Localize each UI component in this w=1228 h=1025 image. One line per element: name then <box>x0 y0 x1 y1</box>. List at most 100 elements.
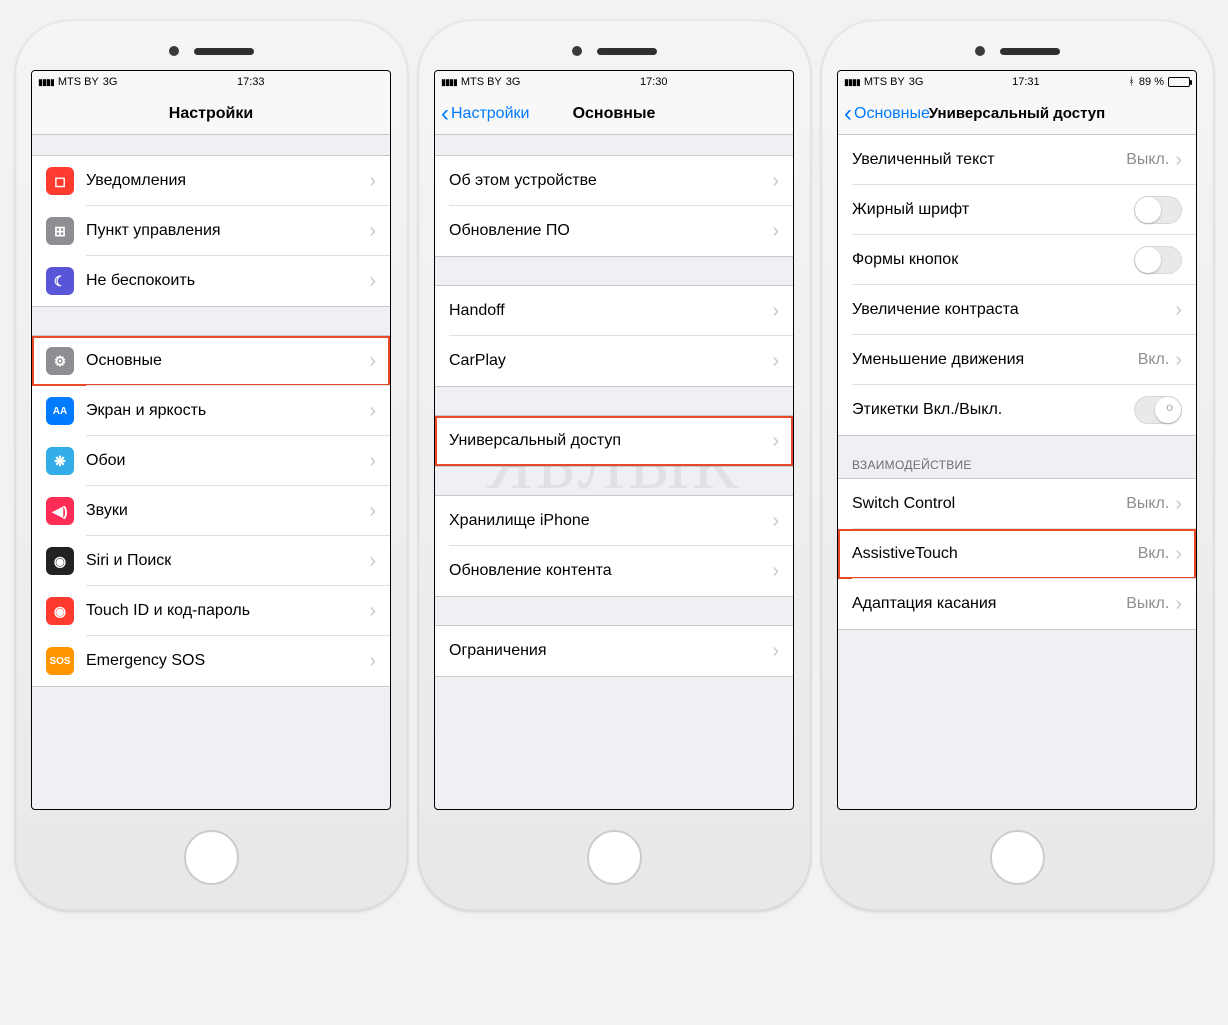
row-label: Жирный шрифт <box>852 201 969 219</box>
nav-bar: ‹Настройки Основные <box>435 93 793 135</box>
list-item[interactable]: Обновление контента › <box>435 546 793 596</box>
row-label: Обновление контента <box>449 562 612 580</box>
list-item[interactable]: Хранилище iPhone › <box>435 496 793 546</box>
row-label: Touch ID и код-пароль <box>86 602 250 620</box>
carrier-label: MTS BY <box>864 76 905 88</box>
list-item[interactable]: AssistiveTouchВкл.› <box>838 529 1196 579</box>
row-label: Увеличение контраста <box>852 301 1019 319</box>
row-label: Пункт управления <box>86 222 221 240</box>
camera-icon <box>572 46 582 56</box>
nav-bar: Настройки <box>32 93 390 135</box>
chevron-right-icon: › <box>772 300 779 323</box>
chevron-right-icon: › <box>369 550 376 573</box>
general-group-5: Ограничения› <box>435 625 793 677</box>
toggle-switch[interactable] <box>1134 246 1182 274</box>
list-item[interactable]: AA Экран и яркость › <box>32 386 390 436</box>
sos-icon: SOS <box>46 647 74 675</box>
list-item[interactable]: ◀)Звуки› <box>32 486 390 536</box>
list-item[interactable]: ❋Обои› <box>32 436 390 486</box>
row-label: Siri и Поиск <box>86 552 171 570</box>
toggle-switch[interactable] <box>1134 196 1182 224</box>
chevron-right-icon: › <box>369 400 376 423</box>
list-item[interactable]: Увеличение контраста› <box>838 285 1196 335</box>
row-label: Обновление ПО <box>449 222 570 240</box>
row-label: Обои <box>86 452 125 470</box>
row-label: Хранилище iPhone <box>449 512 590 530</box>
chevron-right-icon: › <box>772 170 779 193</box>
moon-icon: ☾ <box>46 267 74 295</box>
chevron-right-icon: › <box>369 600 376 623</box>
row-label: Emergency SOS <box>86 652 205 670</box>
section-header-interaction: ВЗАИМОДЕЙСТВИЕ <box>838 436 1196 478</box>
list-item[interactable]: CarPlay› <box>435 336 793 386</box>
row-label: Уведомления <box>86 172 186 190</box>
back-button[interactable]: ‹Основные <box>844 102 930 126</box>
row-label: Handoff <box>449 302 505 320</box>
chevron-right-icon: › <box>369 450 376 473</box>
signal-icon: ▮▮▮▮ <box>38 77 54 88</box>
list-item[interactable]: SOS Emergency SOS › <box>32 636 390 686</box>
list-item[interactable]: ◉Touch ID и код-пароль› <box>32 586 390 636</box>
camera-icon <box>169 46 179 56</box>
battery-icon <box>1168 77 1190 87</box>
list-item[interactable]: Увеличенный текстВыкл.› <box>838 135 1196 185</box>
aa-icon: AA <box>46 397 74 425</box>
row-value: Вкл. <box>1138 545 1170 563</box>
gear-icon: ⚙ <box>46 347 74 375</box>
chevron-right-icon: › <box>369 650 376 673</box>
list-item[interactable]: Универсальный доступ› <box>435 416 793 466</box>
list-item[interactable]: Уменьшение движенияВкл.› <box>838 335 1196 385</box>
time-label: 17:31 <box>1012 76 1040 88</box>
list-item[interactable]: Формы кнопок <box>838 235 1196 285</box>
row-label: Не беспокоить <box>86 272 195 290</box>
list-item[interactable]: Жирный шрифт <box>838 185 1196 235</box>
toggle-switch[interactable] <box>1134 396 1182 424</box>
row-value: Выкл. <box>1126 595 1169 613</box>
row-label: Ограничения <box>449 642 547 660</box>
list-item[interactable]: Ограничения› <box>435 626 793 676</box>
home-button[interactable] <box>184 830 239 885</box>
carrier-label: MTS BY <box>58 76 99 88</box>
chevron-right-icon: › <box>369 170 376 193</box>
network-label: 3G <box>506 76 521 88</box>
accessibility-group-1: Увеличенный текстВыкл.› Жирный шрифт Формы… <box>838 135 1196 436</box>
list-item[interactable]: ⊞Пункт управления› <box>32 206 390 256</box>
list-item[interactable]: Switch ControlВыкл.› <box>838 479 1196 529</box>
home-button[interactable] <box>587 830 642 885</box>
row-label: Адаптация касания <box>852 595 996 613</box>
nav-bar: ‹Основные Универсальный доступ <box>838 93 1196 135</box>
list-item[interactable]: ◻Уведомления› <box>32 156 390 206</box>
home-button[interactable] <box>990 830 1045 885</box>
chevron-right-icon: › <box>369 270 376 293</box>
row-label: Уменьшение движения <box>852 351 1024 369</box>
settings-group-1: ◻Уведомления›⊞Пункт управления›☾Не беспо… <box>32 155 390 307</box>
list-item[interactable]: ◉Siri и Поиск› <box>32 536 390 586</box>
chevron-right-icon: › <box>772 560 779 583</box>
list-item[interactable]: Об этом устройстве› <box>435 156 793 206</box>
accessibility-group-2: Switch ControlВыкл.›AssistiveTouchВкл.›А… <box>838 478 1196 630</box>
back-button[interactable]: ‹Настройки <box>441 102 529 126</box>
carrier-label: MTS BY <box>461 76 502 88</box>
chevron-right-icon: › <box>772 510 779 533</box>
list-item[interactable]: Адаптация касанияВыкл.› <box>838 579 1196 629</box>
chevron-right-icon: › <box>369 350 376 373</box>
signal-icon: ▮▮▮▮ <box>844 77 860 88</box>
list-item[interactable]: Этикетки Вкл./Выкл. <box>838 385 1196 435</box>
row-label: Звуки <box>86 502 128 520</box>
status-bar: ▮▮▮▮ MTS BY 3G 17:33 <box>32 71 390 93</box>
camera-icon <box>975 46 985 56</box>
status-bar: ▮▮▮▮ MTS BY 3G 17:31 ᚼ 89 % <box>838 71 1196 93</box>
speaker-slot <box>1000 48 1060 55</box>
battery-percent: 89 % <box>1139 76 1164 88</box>
list-item[interactable]: ☾ Не беспокоить › <box>32 256 390 306</box>
time-label: 17:33 <box>237 76 265 88</box>
list-item[interactable]: Handoff › <box>435 286 793 336</box>
speaker-icon: ◀) <box>46 497 74 525</box>
general-group-2: Handoff › CarPlay› <box>435 285 793 387</box>
row-label: AssistiveTouch <box>852 545 958 563</box>
list-item[interactable]: Обновление ПО› <box>435 206 793 256</box>
row-label: Экран и яркость <box>86 402 206 420</box>
back-label: Настройки <box>451 105 529 123</box>
list-item[interactable]: ⚙Основные› <box>32 336 390 386</box>
phone-mockup-3: ▮▮▮▮ MTS BY 3G 17:31 ᚼ 89 % ‹Основные Ун… <box>821 20 1214 911</box>
